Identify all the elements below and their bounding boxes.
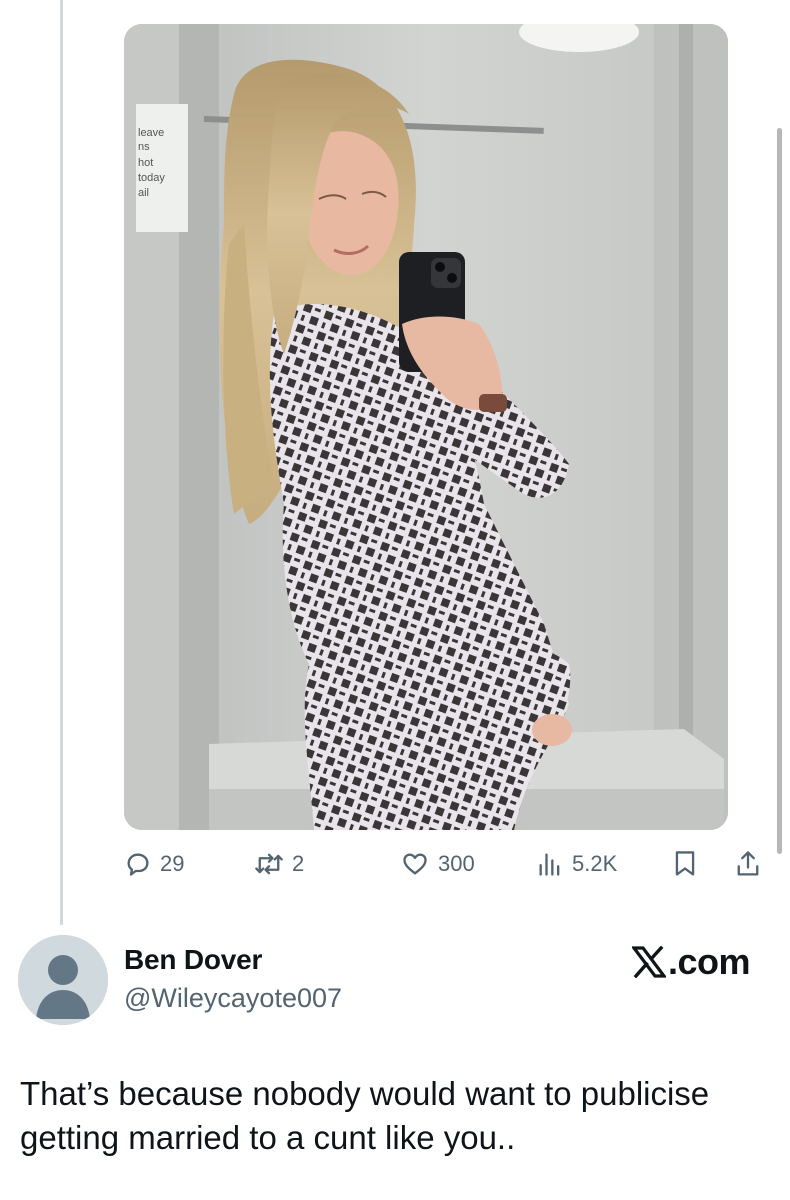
repost-icon bbox=[255, 853, 283, 875]
repost-button[interactable]: 2 bbox=[254, 848, 304, 880]
bookmark-button[interactable] bbox=[672, 848, 698, 880]
like-icon bbox=[403, 853, 427, 875]
like-button[interactable]: 300 bbox=[400, 848, 475, 880]
thread-connector-line bbox=[60, 0, 63, 925]
sign-line: ail bbox=[138, 187, 149, 199]
tweet-photo[interactable]: leave ns hot today ail bbox=[124, 24, 728, 830]
sign-line: today bbox=[138, 172, 165, 184]
bookmark-icon bbox=[675, 851, 695, 876]
default-avatar-icon bbox=[18, 935, 108, 1025]
tweet-action-bar: 29 2 300 5.2K bbox=[124, 842, 774, 886]
sign-line: hot bbox=[138, 157, 153, 169]
share-icon bbox=[737, 851, 759, 876]
views-count: 5.2K bbox=[572, 851, 618, 876]
reply-count: 29 bbox=[160, 851, 185, 876]
repost-count: 2 bbox=[292, 851, 305, 876]
like-count: 300 bbox=[438, 851, 475, 876]
avatar[interactable] bbox=[18, 935, 108, 1025]
reply-text: That’s because nobody would want to publ… bbox=[20, 1075, 710, 1156]
scrollbar[interactable] bbox=[777, 128, 782, 854]
reply-icon bbox=[127, 853, 149, 876]
share-button[interactable] bbox=[734, 848, 762, 880]
reply-button[interactable]: 29 bbox=[124, 848, 184, 880]
views-icon bbox=[539, 853, 560, 876]
photo-mirror-selfie: leave ns hot today ail bbox=[124, 24, 728, 830]
display-name[interactable]: Ben Dover bbox=[124, 944, 262, 976]
x-logo-icon bbox=[631, 946, 666, 978]
user-handle[interactable]: @Wileycayote007 bbox=[124, 983, 342, 1014]
sign-line: leave bbox=[138, 127, 164, 139]
sign-line: ns bbox=[138, 141, 150, 153]
views-button[interactable]: 5.2K bbox=[536, 848, 617, 880]
x-com-watermark: .com bbox=[631, 940, 751, 984]
brand-domain: .com bbox=[667, 941, 751, 982]
